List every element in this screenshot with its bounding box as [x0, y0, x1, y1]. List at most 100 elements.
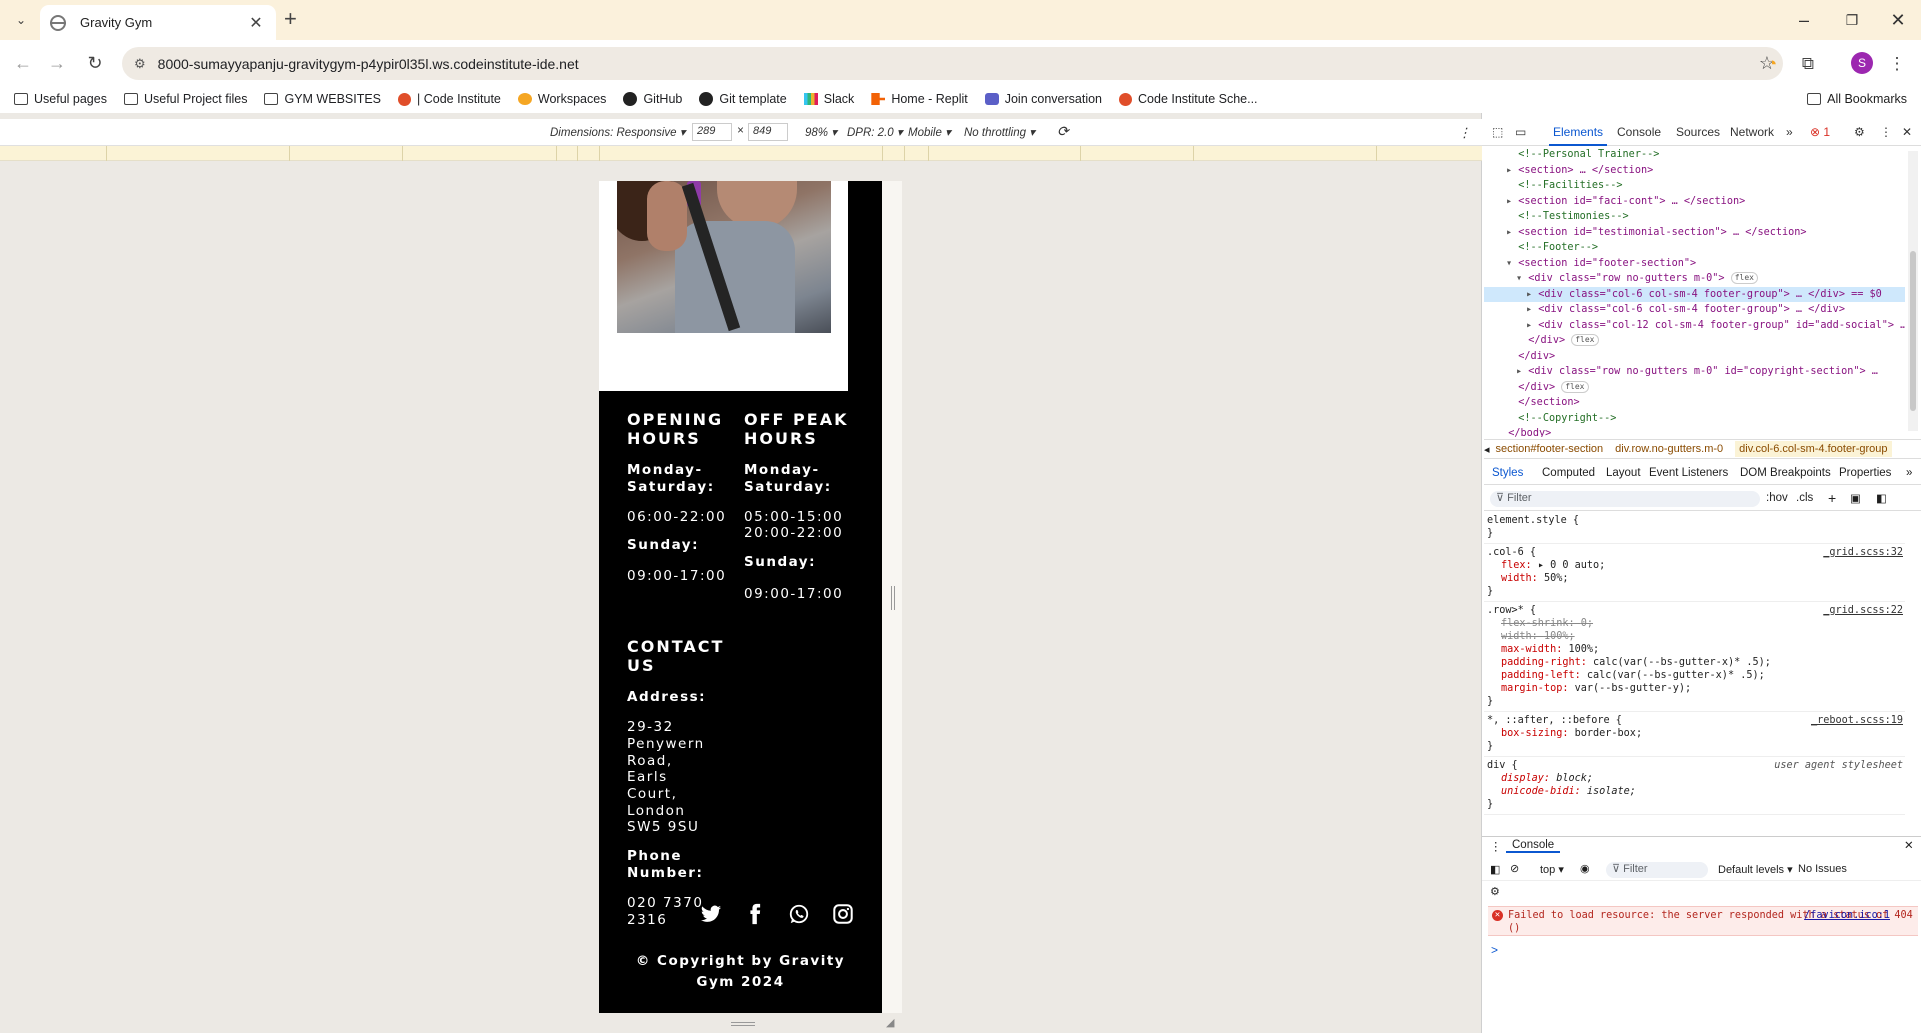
error-source-link[interactable]: /favicon.ico:1 — [1804, 909, 1890, 922]
dom-comment[interactable]: <!--Footer--> — [1484, 240, 1905, 256]
instagram-icon[interactable] — [832, 903, 854, 925]
close-window-icon[interactable]: ✕ — [1876, 6, 1920, 34]
all-bookmarks-button[interactable]: All Bookmarks — [1807, 92, 1907, 106]
add-rule-icon[interactable]: + — [1828, 490, 1836, 506]
expand-arrow-icon[interactable]: ▸ — [1526, 304, 1538, 315]
more-options-icon[interactable]: ⋮ — [1458, 125, 1471, 141]
zoom-dropdown[interactable]: 98% ▾ — [805, 125, 837, 139]
dom-comment[interactable]: <!--Testimonies--> — [1484, 209, 1905, 225]
error-count-badge[interactable]: ⊗ 1 — [1810, 125, 1830, 139]
dpr-dropdown[interactable]: DPR: 2.0 ▾ — [847, 125, 903, 139]
bookmark-useful-pages[interactable]: Useful pages — [14, 92, 107, 106]
dom-node[interactable]: ▸ <div class="col-12 col-sm-4 footer-gro… — [1484, 318, 1905, 334]
tab-properties[interactable]: Properties — [1839, 467, 1891, 479]
extension-icon[interactable]: ◔ — [1760, 52, 1784, 76]
dom-node[interactable]: </div> flex — [1484, 333, 1905, 349]
console-settings-icon[interactable]: ⚙ — [1490, 885, 1500, 898]
site-info-icon[interactable]: ⚙ — [134, 56, 146, 72]
close-devtools-icon[interactable]: ✕ — [1902, 125, 1912, 139]
dom-node[interactable]: </div> — [1484, 349, 1905, 365]
styles-pane[interactable]: element.style {} .col-6 {_grid.scss:32 fle… — [1484, 512, 1905, 828]
dom-node[interactable]: ▸ <section> … </section> — [1484, 163, 1905, 179]
dom-node-selected[interactable]: ▸ <div class="col-6 col-sm-4 footer-grou… — [1484, 286, 1905, 302]
style-declaration[interactable]: max-width: 100%; — [1487, 643, 1902, 656]
dom-node[interactable]: </section> — [1484, 395, 1905, 411]
device-type-dropdown[interactable]: Mobile ▾ — [908, 125, 951, 139]
dom-node[interactable]: ▸ <div class="row no-gutters m-0" id="co… — [1484, 364, 1905, 380]
style-declaration[interactable]: box-sizing: border-box; — [1487, 727, 1902, 740]
style-declaration[interactable]: display: block; — [1487, 772, 1902, 785]
minimize-icon[interactable]: – — [1782, 6, 1826, 34]
console-prompt[interactable]: > — [1491, 943, 1498, 957]
tab-elements[interactable]: Elements — [1548, 125, 1608, 146]
dom-tree[interactable]: <!--Personal Trainer--> ▸ <section> … </s… — [1484, 147, 1905, 437]
dimensions-dropdown[interactable]: Dimensions: Responsive ▾ — [550, 125, 686, 139]
cls-toggle[interactable]: .cls — [1796, 492, 1813, 504]
rule-source-link[interactable]: _reboot.scss:19 — [1811, 714, 1903, 727]
bookmark-slack[interactable]: Slack — [803, 92, 854, 106]
dom-comment[interactable]: <!--Personal Trainer--> — [1484, 147, 1905, 163]
whatsapp-icon[interactable] — [788, 903, 810, 925]
style-declaration[interactable]: padding-left: calc(var(--bs-gutter-x)* .… — [1487, 669, 1902, 682]
bookmark-replit[interactable]: Home - Replit — [871, 92, 968, 106]
devtools-menu-icon[interactable]: ⋮ — [1880, 125, 1892, 139]
flex-badge[interactable]: flex — [1571, 334, 1599, 346]
style-rule[interactable]: .col-6 {_grid.scss:32 flex: ▸ 0 0 auto; wi… — [1484, 544, 1905, 602]
style-declaration[interactable]: padding-right: calc(var(--bs-gutter-x)* … — [1487, 656, 1902, 669]
style-declaration[interactable]: width: 50%; — [1487, 572, 1902, 585]
throttling-dropdown[interactable]: No throttling ▾ — [964, 125, 1035, 139]
resize-handle-right[interactable] — [891, 586, 895, 610]
settings-gear-icon[interactable]: ⚙ — [1854, 125, 1865, 139]
style-declaration[interactable]: flex: ▸ 0 0 auto; — [1487, 559, 1902, 572]
restore-icon[interactable]: ❐ — [1830, 6, 1874, 34]
console-sidebar-icon[interactable]: ◧ — [1490, 863, 1500, 876]
facebook-icon[interactable] — [744, 903, 766, 925]
dom-comment[interactable]: <!--Facilities--> — [1484, 178, 1905, 194]
bookmark-code-institute-schedule[interactable]: Code Institute Sche... — [1119, 92, 1258, 106]
live-expression-eye-icon[interactable]: ◉ — [1580, 862, 1590, 875]
width-input[interactable]: 289 — [692, 123, 732, 141]
style-declaration[interactable]: flex-shrink: 0; — [1487, 617, 1902, 630]
new-tab-button[interactable]: + — [284, 8, 297, 30]
twitter-icon[interactable] — [700, 903, 722, 925]
rule-source-link[interactable]: _grid.scss:32 — [1823, 546, 1903, 559]
scrollbar-thumb[interactable] — [1910, 251, 1916, 411]
style-rule[interactable]: div {user agent stylesheet display: block… — [1484, 757, 1905, 815]
reload-icon[interactable]: ↻ — [82, 51, 108, 75]
breadcrumb-item[interactable]: div.row.no-gutters.m-0 — [1615, 443, 1723, 455]
url-text[interactable]: 8000-sumayyapanju-gravitygym-p4ypir0l35l… — [158, 56, 579, 72]
profile-avatar[interactable]: S — [1851, 52, 1873, 74]
style-declaration[interactable]: width: 100%; — [1487, 630, 1902, 643]
dom-node[interactable]: ▾ <section id="footer-section"> — [1484, 256, 1905, 272]
bookmark-github[interactable]: GitHub — [623, 92, 682, 106]
tab-search-chevron-icon[interactable]: ⌄ — [8, 8, 34, 32]
expand-arrow-icon[interactable]: ▾ — [1516, 273, 1528, 284]
device-toggle-icon[interactable]: ▭ — [1515, 125, 1526, 139]
close-drawer-icon[interactable]: ✕ — [1904, 838, 1914, 852]
resize-corner-icon[interactable]: ◢ — [886, 1016, 894, 1029]
flex-badge[interactable]: flex — [1561, 380, 1589, 393]
browser-tab[interactable]: Gravity Gym ✕ — [40, 5, 276, 40]
browser-menu-icon[interactable]: ⋮ — [1885, 52, 1909, 76]
media-query-ruler[interactable] — [0, 146, 1482, 161]
dom-node[interactable]: ▾ <div class="row no-gutters m-0"> flex — [1484, 271, 1905, 287]
tab-styles[interactable]: Styles — [1492, 467, 1523, 479]
breadcrumb-item[interactable]: section#footer-section — [1496, 443, 1604, 455]
resize-handle-bottom[interactable] — [731, 1022, 755, 1026]
breadcrumb-item-active[interactable]: div.col-6.col-sm-4.footer-group — [1735, 441, 1892, 457]
styles-filter-input[interactable]: ⊽ Filter — [1490, 491, 1760, 507]
hov-toggle[interactable]: :hov — [1766, 492, 1788, 504]
dom-comment[interactable]: <!--Copyright--> — [1484, 411, 1905, 427]
close-tab-icon[interactable]: ✕ — [246, 13, 266, 33]
bookmark-join-conversation[interactable]: Join conversation — [984, 92, 1102, 106]
dom-node[interactable]: </body> — [1484, 426, 1905, 437]
context-dropdown[interactable]: top ▾ — [1540, 863, 1564, 876]
height-input[interactable]: 849 — [748, 123, 788, 141]
style-rule[interactable]: *, ::after, ::before {_reboot.scss:19 box… — [1484, 712, 1905, 757]
dom-node[interactable]: ▸ <section id="faci-cont"> … </section> — [1484, 194, 1905, 210]
drawer-menu-icon[interactable]: ⋮ — [1490, 839, 1502, 853]
log-levels-dropdown[interactable]: Default levels ▾ — [1718, 863, 1793, 876]
expand-arrow-icon[interactable]: ▸ — [1526, 320, 1538, 331]
back-arrow-icon[interactable]: ← — [10, 51, 36, 75]
expand-arrow-icon[interactable]: ▸ — [1526, 289, 1538, 300]
